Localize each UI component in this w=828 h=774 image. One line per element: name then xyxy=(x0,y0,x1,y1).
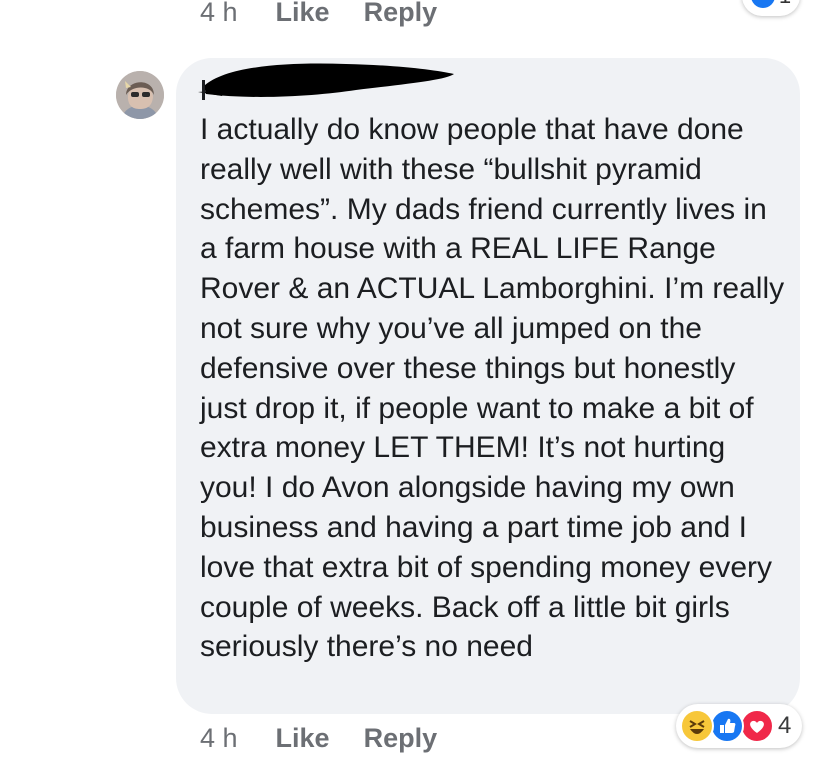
previous-reaction-count: 1 xyxy=(779,0,791,9)
love-icon xyxy=(740,709,774,743)
comment-text: I actually do know people that have done… xyxy=(200,113,785,664)
redacted-author-name xyxy=(198,63,454,100)
previous-comment-timestamp: 4 h xyxy=(200,0,238,27)
previous-reactions-badge[interactable]: 1 xyxy=(742,0,800,16)
reply-button[interactable]: Reply xyxy=(364,716,438,760)
comment-thread: 4 h Like Reply 1 I actually do know peop… xyxy=(0,0,828,774)
previous-like-button[interactable]: Like xyxy=(276,0,330,34)
reaction-count: 4 xyxy=(778,712,792,739)
previous-reply-button[interactable]: Reply xyxy=(364,0,438,34)
like-button[interactable]: Like xyxy=(276,716,330,760)
previous-comment-actions: 4 h Like Reply xyxy=(200,0,471,34)
like-icon xyxy=(710,709,744,743)
comment-actions: 4 h Like Reply xyxy=(200,716,471,760)
avatar[interactable] xyxy=(116,71,164,119)
like-icon xyxy=(750,0,775,8)
profile-photo xyxy=(116,71,164,119)
haha-icon xyxy=(680,709,714,743)
reactions-badge[interactable]: 4 xyxy=(676,704,802,748)
comment-timestamp: 4 h xyxy=(200,723,238,753)
